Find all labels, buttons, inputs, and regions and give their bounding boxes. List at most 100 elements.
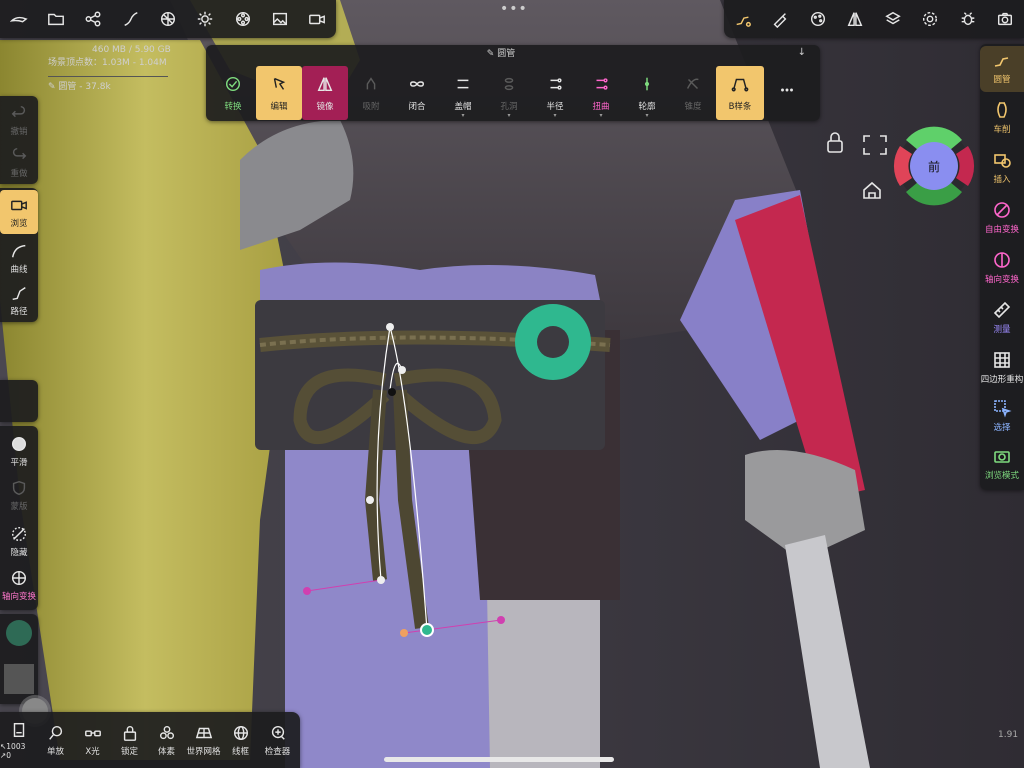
axial-transform-icon: [10, 569, 28, 587]
settings-gear-icon[interactable]: [912, 1, 948, 37]
grid-icon: [992, 350, 1012, 370]
close-loop-button[interactable]: 闭合: [394, 66, 440, 120]
radius-button[interactable]: 半径 ▾: [532, 66, 578, 120]
palette-icon[interactable]: [800, 1, 836, 37]
wireframe-sphere-icon: [232, 724, 250, 742]
zoom-button[interactable]: 单放: [37, 724, 74, 757]
snap-icon: [361, 74, 381, 94]
curve-control-point[interactable]: [377, 576, 385, 584]
curve-end-point[interactable]: [420, 623, 434, 637]
bspline-button[interactable]: B样条: [716, 66, 764, 120]
more-button[interactable]: [764, 66, 810, 120]
profile-button[interactable]: 轮廓 ▾: [624, 66, 670, 120]
insert-icon: [992, 150, 1012, 170]
secondary-color-swatch[interactable]: [4, 664, 34, 694]
symmetry-icon[interactable]: [837, 1, 873, 37]
more-icon: [777, 80, 797, 100]
view-tool-button[interactable]: 浏览: [0, 190, 38, 234]
camera-icon[interactable]: [987, 1, 1023, 37]
inspector-icon: [269, 724, 287, 742]
tube-toolbar-title: ✎ 圆管: [486, 49, 516, 59]
bspline-icon: [730, 74, 750, 94]
undo-button[interactable]: 撤销: [0, 100, 38, 140]
twist-icon: [591, 74, 611, 94]
mask-shield-icon: [10, 479, 28, 497]
camera-icon: [10, 196, 28, 214]
view-mode-button[interactable]: 浏览模式: [980, 446, 1024, 490]
check-circle-icon: [223, 74, 243, 94]
edit-bone-icon: [269, 74, 289, 94]
voxel-button[interactable]: 体素: [148, 724, 185, 757]
bottom-toolbar: ↖1003 ↗0 单放 X光 锁定 体素 世界网格 线框 检查器: [0, 712, 300, 768]
curve-tool-icon[interactable]: [725, 1, 761, 37]
convert-button[interactable]: 转换: [210, 66, 256, 120]
hole-button[interactable]: 孔洞 ▾: [486, 66, 532, 120]
undo-icon: [10, 104, 28, 122]
sculpt-pen-icon[interactable]: [1, 1, 37, 37]
brush-icon[interactable]: [762, 1, 798, 37]
stroke-icon[interactable]: [113, 1, 149, 37]
insert-tool-button[interactable]: 插入: [980, 150, 1024, 194]
version-label: 1.91: [998, 730, 1019, 740]
lock-button[interactable]: 锁定: [111, 724, 148, 757]
more-dots-icon[interactable]: •••: [500, 2, 527, 16]
world-grid-button[interactable]: 世界网格: [185, 724, 222, 757]
taper-icon: [683, 74, 703, 94]
curve-control-point[interactable]: [366, 496, 374, 504]
mirror-button[interactable]: 镜像: [302, 66, 348, 120]
bug-icon[interactable]: [950, 1, 986, 37]
axial-transform-button[interactable]: 轴向变换: [0, 564, 38, 606]
camera-icon[interactable]: [299, 1, 335, 37]
twist-button[interactable]: 扭曲 ▾: [578, 66, 624, 120]
collapse-arrow-icon[interactable]: ↓: [798, 47, 806, 58]
left-collapsed-panel[interactable]: [0, 380, 38, 422]
edit-button[interactable]: 编辑: [256, 66, 302, 120]
lathe-tool-button[interactable]: 车削: [980, 100, 1024, 144]
radius-icon: [545, 74, 565, 94]
gizmo-front-label: 前: [927, 160, 940, 174]
glasses-icon: [84, 724, 102, 742]
inspector-button[interactable]: 检查器: [259, 724, 296, 757]
wireframe-button[interactable]: 线框: [222, 724, 259, 757]
material-color-swatch[interactable]: [6, 620, 32, 646]
tube-toolbar: ✎ 圆管 ↓ 转换 编辑 镜像 吸附 闭合 盖帽 ▾ 孔洞 ▾ 半径 ▾ 扭曲 …: [206, 45, 820, 121]
selected-object-info: ✎ 圆管 - 37.8k: [48, 82, 111, 92]
scene-vertex-count: 场景顶点数：1.03M - 1.04M: [48, 58, 167, 68]
curve-tool-button[interactable]: 曲线: [0, 238, 38, 278]
share-nodes-icon[interactable]: [75, 1, 111, 37]
tube-icon: [992, 50, 1012, 70]
folder-icon[interactable]: [38, 1, 74, 37]
snap-button[interactable]: 吸附: [348, 66, 394, 120]
film-reel-icon[interactable]: [225, 1, 261, 37]
xray-button[interactable]: X光: [74, 724, 111, 757]
radius-handle[interactable]: [303, 587, 311, 595]
curve-control-point[interactable]: [386, 323, 394, 331]
texture-icon[interactable]: [150, 1, 186, 37]
vertex-counter[interactable]: ↖1003 ↗0: [0, 721, 37, 760]
smooth-sphere-icon: [10, 435, 28, 453]
document-icon: [10, 721, 28, 739]
free-transform-button[interactable]: 自由变换: [980, 200, 1024, 244]
curve-control-point[interactable]: [398, 366, 406, 374]
cap-button[interactable]: 盖帽 ▾: [440, 66, 486, 120]
twist-handle[interactable]: [400, 629, 408, 637]
home-indicator[interactable]: [384, 757, 614, 762]
sun-icon[interactable]: [187, 1, 223, 37]
path-tool-button[interactable]: 路径: [0, 280, 38, 320]
curve-icon: [10, 242, 28, 260]
path-icon: [10, 284, 28, 302]
axial-transform-tool-button[interactable]: 轴向变换: [980, 250, 1024, 294]
curve-control-point[interactable]: [388, 388, 396, 396]
radius-handle[interactable]: [497, 616, 505, 624]
measure-tool-button[interactable]: 测量: [980, 300, 1024, 344]
redo-button[interactable]: 重做: [0, 142, 38, 182]
smooth-tool-button[interactable]: 平滑: [0, 430, 38, 472]
tube-tool-button[interactable]: 圆管: [980, 46, 1024, 92]
quad-remesh-button[interactable]: 四边形重构: [980, 350, 1024, 394]
image-icon[interactable]: [262, 1, 298, 37]
layers-icon[interactable]: [875, 1, 911, 37]
taper-button[interactable]: 锥度: [670, 66, 716, 120]
mask-tool-button[interactable]: 蒙版: [0, 474, 38, 516]
hide-tool-button[interactable]: 隐藏: [0, 520, 38, 562]
select-tool-button[interactable]: 选择: [980, 398, 1024, 442]
